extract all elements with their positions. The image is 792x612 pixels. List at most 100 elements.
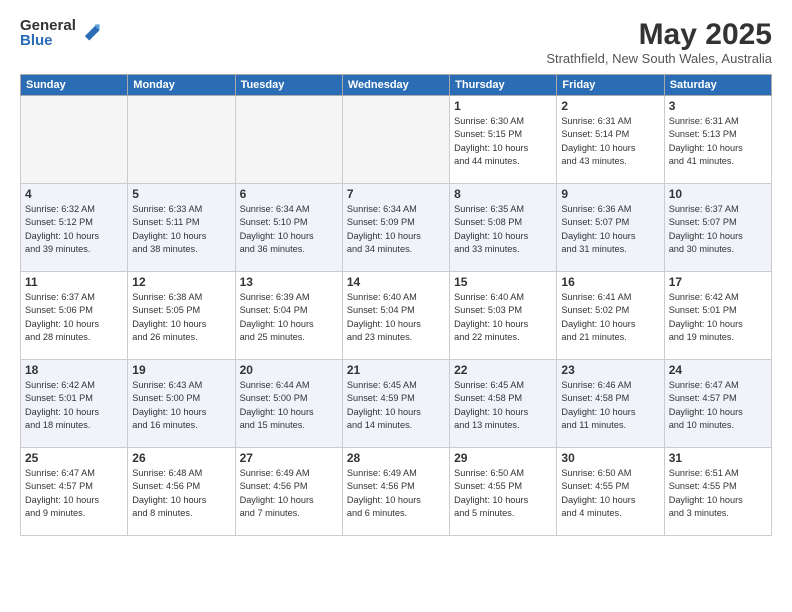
calendar-cell: 18 Sunrise: 6:42 AMSunset: 5:01 PMDayligh… (21, 360, 128, 448)
day-detail: Sunrise: 6:34 AMSunset: 5:10 PMDaylight:… (240, 203, 338, 256)
calendar-cell: 21 Sunrise: 6:45 AMSunset: 4:59 PMDayligh… (342, 360, 449, 448)
calendar-cell: 19 Sunrise: 6:43 AMSunset: 5:00 PMDayligh… (128, 360, 235, 448)
page: General Blue May 2025 Strathfield, New S… (0, 0, 792, 612)
day-number: 24 (669, 363, 767, 377)
calendar-cell: 3Sunrise: 6:31 AMSunset: 5:13 PMDaylight… (664, 96, 771, 184)
day-detail: Sunrise: 6:40 AMSunset: 5:03 PMDaylight:… (454, 291, 552, 344)
calendar-cell: 26 Sunrise: 6:48 AMSunset: 4:56 PMDayligh… (128, 448, 235, 536)
day-detail: Sunrise: 6:31 AMSunset: 5:13 PMDaylight:… (669, 115, 767, 168)
day-number: 19 (132, 363, 230, 377)
day-detail: Sunrise: 6:51 AMSunset: 4:55 PMDaylight:… (669, 467, 767, 520)
day-detail: Sunrise: 6:40 AMSunset: 5:04 PMDaylight:… (347, 291, 445, 344)
calendar-cell: 27 Sunrise: 6:49 AMSunset: 4:56 PMDayligh… (235, 448, 342, 536)
day-number: 16 (561, 275, 659, 289)
day-detail: Sunrise: 6:33 AMSunset: 5:11 PMDaylight:… (132, 203, 230, 256)
day-detail: Sunrise: 6:37 AMSunset: 5:07 PMDaylight:… (669, 203, 767, 256)
calendar-cell: 6Sunrise: 6:34 AMSunset: 5:10 PMDaylight… (235, 184, 342, 272)
day-detail: Sunrise: 6:38 AMSunset: 5:05 PMDaylight:… (132, 291, 230, 344)
col-header-wednesday: Wednesday (342, 75, 449, 96)
calendar-cell: 15Sunrise: 6:40 AMSunset: 5:03 PMDayligh… (450, 272, 557, 360)
day-number: 8 (454, 187, 552, 201)
calendar-cell (21, 96, 128, 184)
day-detail: Sunrise: 6:42 AMSunset: 5:01 PMDaylight:… (25, 379, 123, 432)
day-number: 21 (347, 363, 445, 377)
day-number: 22 (454, 363, 552, 377)
day-number: 30 (561, 451, 659, 465)
day-number: 4 (25, 187, 123, 201)
logo: General Blue (20, 18, 101, 48)
day-number: 20 (240, 363, 338, 377)
day-detail: Sunrise: 6:49 AMSunset: 4:56 PMDaylight:… (240, 467, 338, 520)
calendar-cell: 30 Sunrise: 6:50 AMSunset: 4:55 PMDayligh… (557, 448, 664, 536)
day-number: 13 (240, 275, 338, 289)
calendar-cell: 31 Sunrise: 6:51 AMSunset: 4:55 PMDayligh… (664, 448, 771, 536)
day-number: 28 (347, 451, 445, 465)
day-number: 25 (25, 451, 123, 465)
day-detail: Sunrise: 6:34 AMSunset: 5:09 PMDaylight:… (347, 203, 445, 256)
day-detail: Sunrise: 6:46 AMSunset: 4:58 PMDaylight:… (561, 379, 659, 432)
subtitle: Strathfield, New South Wales, Australia (546, 51, 772, 66)
col-header-monday: Monday (128, 75, 235, 96)
day-detail: Sunrise: 6:49 AMSunset: 4:56 PMDaylight:… (347, 467, 445, 520)
day-detail: Sunrise: 6:44 AMSunset: 5:00 PMDaylight:… (240, 379, 338, 432)
calendar-cell: 8 Sunrise: 6:35 AMSunset: 5:08 PMDaylight… (450, 184, 557, 272)
day-number: 5 (132, 187, 230, 201)
calendar-cell: 24 Sunrise: 6:47 AMSunset: 4:57 PMDayligh… (664, 360, 771, 448)
day-detail: Sunrise: 6:47 AMSunset: 4:57 PMDaylight:… (669, 379, 767, 432)
day-detail: Sunrise: 6:50 AMSunset: 4:55 PMDaylight:… (561, 467, 659, 520)
col-header-tuesday: Tuesday (235, 75, 342, 96)
col-header-friday: Friday (557, 75, 664, 96)
calendar-cell: 10 Sunrise: 6:37 AMSunset: 5:07 PMDayligh… (664, 184, 771, 272)
day-number: 17 (669, 275, 767, 289)
day-detail: Sunrise: 6:45 AMSunset: 4:58 PMDaylight:… (454, 379, 552, 432)
calendar-cell: 7 Sunrise: 6:34 AMSunset: 5:09 PMDaylight… (342, 184, 449, 272)
col-header-thursday: Thursday (450, 75, 557, 96)
calendar-cell: 25Sunrise: 6:47 AMSunset: 4:57 PMDayligh… (21, 448, 128, 536)
day-number: 26 (132, 451, 230, 465)
day-number: 31 (669, 451, 767, 465)
day-number: 2 (561, 99, 659, 113)
day-detail: Sunrise: 6:37 AMSunset: 5:06 PMDaylight:… (25, 291, 123, 344)
calendar-cell (235, 96, 342, 184)
calendar-cell: 22 Sunrise: 6:45 AMSunset: 4:58 PMDayligh… (450, 360, 557, 448)
day-detail: Sunrise: 6:45 AMSunset: 4:59 PMDaylight:… (347, 379, 445, 432)
day-detail: Sunrise: 6:36 AMSunset: 5:07 PMDaylight:… (561, 203, 659, 256)
day-detail: Sunrise: 6:43 AMSunset: 5:00 PMDaylight:… (132, 379, 230, 432)
day-number: 10 (669, 187, 767, 201)
day-detail: Sunrise: 6:48 AMSunset: 4:56 PMDaylight:… (132, 467, 230, 520)
col-header-sunday: Sunday (21, 75, 128, 96)
calendar-cell: 11 Sunrise: 6:37 AMSunset: 5:06 PMDayligh… (21, 272, 128, 360)
day-detail: Sunrise: 6:30 AMSunset: 5:15 PMDaylight:… (454, 115, 552, 168)
day-detail: Sunrise: 6:42 AMSunset: 5:01 PMDaylight:… (669, 291, 767, 344)
day-detail: Sunrise: 6:35 AMSunset: 5:08 PMDaylight:… (454, 203, 552, 256)
day-number: 9 (561, 187, 659, 201)
header: General Blue May 2025 Strathfield, New S… (20, 18, 772, 66)
day-detail: Sunrise: 6:39 AMSunset: 5:04 PMDaylight:… (240, 291, 338, 344)
day-number: 18 (25, 363, 123, 377)
logo-blue: Blue (20, 33, 76, 48)
calendar-cell: 16Sunrise: 6:41 AMSunset: 5:02 PMDayligh… (557, 272, 664, 360)
calendar-cell: 4Sunrise: 6:32 AMSunset: 5:12 PMDaylight… (21, 184, 128, 272)
calendar-cell: 1 Sunrise: 6:30 AMSunset: 5:15 PMDaylight… (450, 96, 557, 184)
calendar-header-row: SundayMondayTuesdayWednesdayThursdayFrid… (21, 75, 772, 96)
col-header-saturday: Saturday (664, 75, 771, 96)
day-number: 7 (347, 187, 445, 201)
day-number: 29 (454, 451, 552, 465)
calendar-week-row: 18 Sunrise: 6:42 AMSunset: 5:01 PMDayligh… (21, 360, 772, 448)
day-number: 1 (454, 99, 552, 113)
calendar-cell: 9 Sunrise: 6:36 AMSunset: 5:07 PMDaylight… (557, 184, 664, 272)
calendar-week-row: 1 Sunrise: 6:30 AMSunset: 5:15 PMDaylight… (21, 96, 772, 184)
calendar-cell: 14 Sunrise: 6:40 AMSunset: 5:04 PMDayligh… (342, 272, 449, 360)
calendar-table: SundayMondayTuesdayWednesdayThursdayFrid… (20, 74, 772, 536)
calendar-cell: 23 Sunrise: 6:46 AMSunset: 4:58 PMDayligh… (557, 360, 664, 448)
title-section: May 2025 Strathfield, New South Wales, A… (546, 18, 772, 66)
logo-icon (79, 20, 101, 42)
calendar-cell: 28 Sunrise: 6:49 AMSunset: 4:56 PMDayligh… (342, 448, 449, 536)
day-number: 12 (132, 275, 230, 289)
month-title: May 2025 (546, 18, 772, 51)
day-number: 23 (561, 363, 659, 377)
day-number: 27 (240, 451, 338, 465)
calendar-cell: 17 Sunrise: 6:42 AMSunset: 5:01 PMDayligh… (664, 272, 771, 360)
day-number: 14 (347, 275, 445, 289)
day-number: 11 (25, 275, 123, 289)
